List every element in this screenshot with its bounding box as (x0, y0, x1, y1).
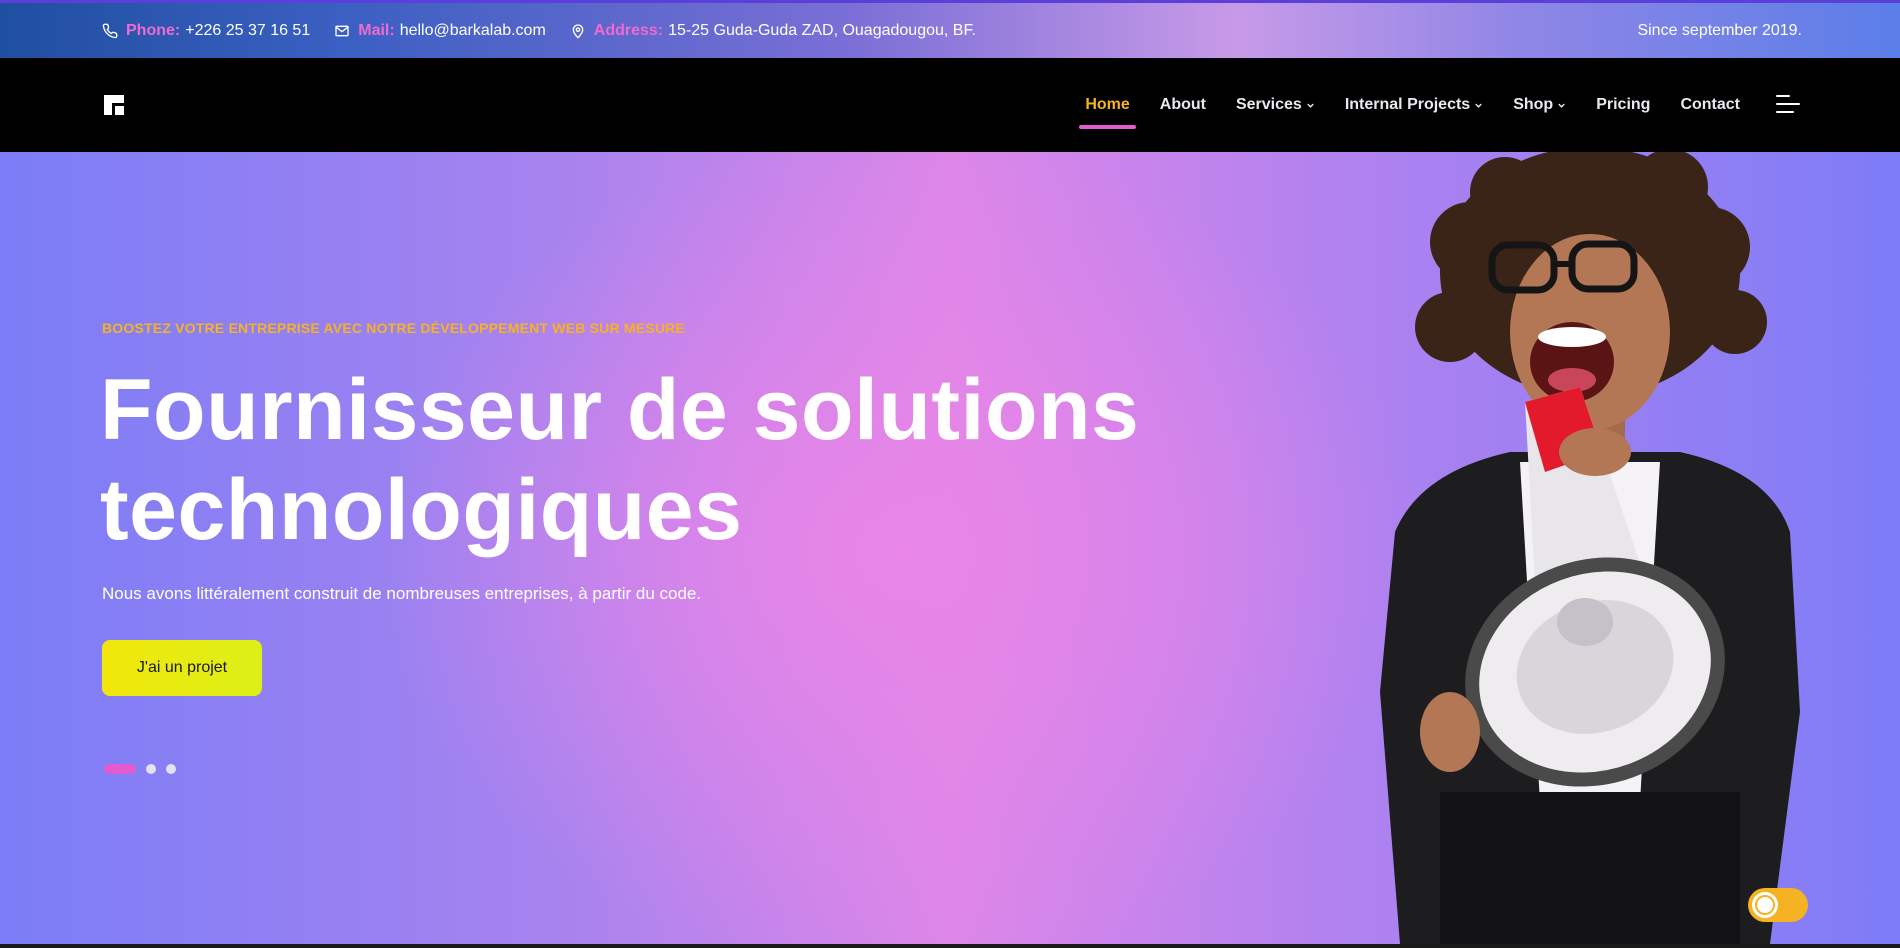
slide-dot-3[interactable] (166, 764, 176, 774)
hero-person-image (1380, 152, 1800, 944)
dark-mode-icon (1752, 892, 1778, 918)
phone-label: Phone: (126, 21, 181, 39)
hero-section: BOOSTEZ VOTRE ENTREPRISE AVEC NOTRE DÉVE… (0, 152, 1900, 944)
mail-label: Mail: (358, 21, 395, 39)
hamburger-menu-icon[interactable] (1776, 95, 1800, 115)
phone-info[interactable]: Phone: +226 25 37 16 51 (102, 22, 310, 40)
hero-title: Fournisseur de solutions technologiques (100, 360, 1200, 560)
main-navbar: Home About Services Internal Projects Sh… (0, 58, 1900, 152)
nav-label: Contact (1680, 96, 1740, 113)
slide-dot-2[interactable] (146, 764, 156, 774)
nav-label: Services (1235, 96, 1302, 113)
project-cta-button[interactable]: J'ai un projet (102, 640, 262, 696)
chevron-down-icon (1475, 103, 1482, 108)
chevron-down-icon (1307, 103, 1314, 108)
hero-title-line-1: Fournisseur de solutions (100, 362, 1140, 458)
nav-item-about[interactable]: About (1160, 96, 1206, 114)
nav-item-pricing[interactable]: Pricing (1596, 96, 1650, 114)
top-info-bar: Phone: +226 25 37 16 51 Mail: hello@bark… (0, 0, 1900, 58)
nav-item-internal-projects[interactable]: Internal Projects (1345, 96, 1483, 114)
phone-icon (102, 23, 118, 38)
dark-mode-toggle[interactable] (1748, 888, 1808, 922)
slide-dot-1[interactable] (104, 764, 136, 774)
since-text: Since september 2019. (1637, 21, 1802, 39)
chevron-down-icon (1558, 103, 1565, 108)
contact-info: Phone: +226 25 37 16 51 Mail: hello@bark… (102, 22, 1000, 40)
logo-icon[interactable] (104, 95, 124, 115)
hero-eyebrow: BOOSTEZ VOTRE ENTREPRISE AVEC NOTRE DÉVE… (102, 320, 685, 336)
nav-label: Internal Projects (1344, 96, 1471, 113)
slider-pagination (104, 764, 186, 774)
bottom-edge (0, 944, 1900, 948)
nav-label: Shop (1513, 96, 1554, 113)
nav-label: About (1159, 96, 1206, 113)
address-label: Address: (593, 21, 664, 39)
hero-title-line-2: technologiques (100, 462, 743, 558)
nav-label: Pricing (1596, 96, 1651, 113)
nav-item-shop[interactable]: Shop (1513, 96, 1566, 114)
mail-info[interactable]: Mail: hello@barkalab.com (334, 22, 546, 40)
mail-value: hello@barkalab.com (399, 21, 546, 39)
location-pin-icon (572, 23, 584, 39)
mail-icon (335, 25, 349, 36)
address-info: Address: 15-25 Guda-Guda ZAD, Ouagadougo… (570, 22, 976, 40)
nav-label: Home (1085, 96, 1130, 113)
address-value: 15-25 Guda-Guda ZAD, Ouagadougou, BF. (668, 21, 976, 39)
nav-item-contact[interactable]: Contact (1680, 96, 1740, 114)
nav-item-services[interactable]: Services (1236, 96, 1315, 114)
hero-subtitle: Nous avons littéralement construit de no… (102, 584, 702, 603)
nav-menu: Home About Services Internal Projects Sh… (1055, 58, 1740, 152)
phone-value: +226 25 37 16 51 (185, 21, 311, 39)
nav-item-home[interactable]: Home (1079, 96, 1137, 129)
